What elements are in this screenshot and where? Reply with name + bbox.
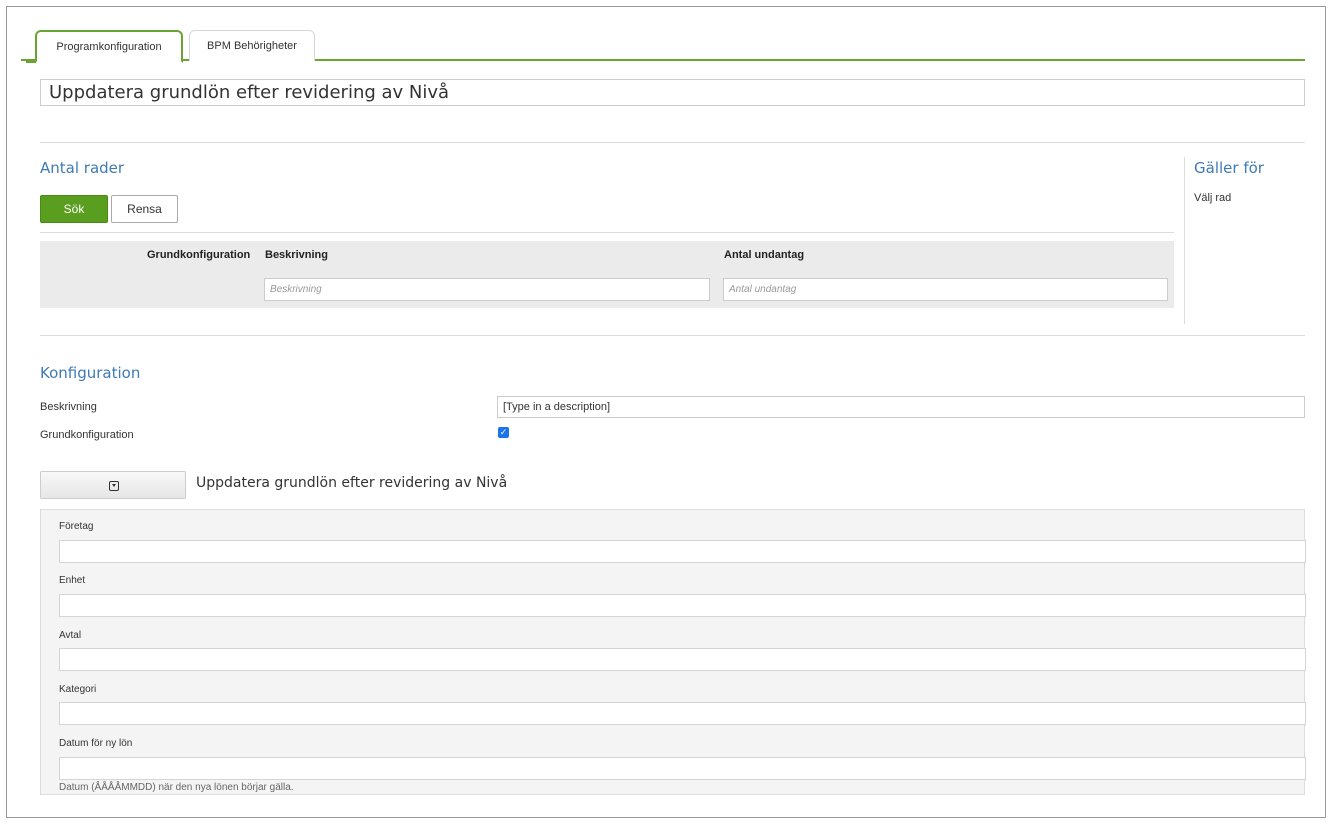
- tab-programkonfiguration[interactable]: Programkonfiguration: [26, 30, 183, 63]
- galler-for-text: Välj rad: [1194, 192, 1232, 204]
- tab-bar: Programkonfiguration BPM Behörigheter: [21, 21, 1305, 63]
- chevron-down-box-icon: [109, 481, 119, 491]
- divider: [40, 142, 1305, 143]
- galler-for-heading: Gäller för: [1194, 159, 1264, 177]
- column-header-beskrivning[interactable]: Beskrivning: [265, 249, 328, 261]
- divider: [40, 335, 1305, 336]
- grundkonfiguration-label: Grundkonfiguration: [40, 429, 134, 441]
- grundkonfiguration-checkbox[interactable]: ✓: [498, 427, 509, 438]
- antal-undantag-filter-input[interactable]: Antal undantag: [723, 278, 1168, 301]
- datum-label: Datum för ny lön: [59, 738, 133, 749]
- section-title: Uppdatera grundlön efter revidering av N…: [196, 475, 508, 491]
- beskrivning-filter-input[interactable]: Beskrivning: [264, 278, 710, 301]
- enhet-input[interactable]: [59, 594, 1306, 617]
- column-header-antal-undantag[interactable]: Antal undantag: [724, 249, 804, 261]
- search-button[interactable]: Sök: [40, 195, 108, 223]
- kategori-input[interactable]: [59, 702, 1306, 725]
- column-header-grundkonfiguration[interactable]: Grundkonfiguration: [147, 249, 250, 261]
- antal-rader-heading: Antal rader: [40, 159, 125, 177]
- beskrivning-input[interactable]: [Type in a description]: [497, 396, 1305, 418]
- foretag-input[interactable]: [59, 540, 1306, 563]
- konfiguration-heading: Konfiguration: [40, 364, 141, 382]
- beskrivning-label: Beskrivning: [40, 401, 97, 413]
- app-window: Programkonfiguration BPM Behörigheter Up…: [6, 6, 1326, 818]
- kategori-label: Kategori: [59, 684, 97, 695]
- parameters-panel: Företag Enhet Avtal Kategori Datum för n…: [40, 509, 1306, 795]
- collapse-toggle-button[interactable]: [40, 471, 186, 499]
- avtal-input[interactable]: [59, 648, 1306, 671]
- avtal-label: Avtal: [59, 630, 82, 641]
- foretag-label: Företag: [59, 521, 94, 532]
- tab-bpm-behorigheter[interactable]: BPM Behörigheter: [189, 30, 315, 61]
- title-input[interactable]: Uppdatera grundlön efter revidering av N…: [40, 79, 1305, 106]
- side-divider: [1184, 157, 1185, 324]
- clear-button[interactable]: Rensa: [111, 195, 178, 223]
- datum-input[interactable]: [59, 757, 1306, 780]
- results-grid: Grundkonfiguration Beskrivning Antal und…: [40, 241, 1174, 308]
- enhet-label: Enhet: [59, 575, 86, 586]
- datum-help-text: Datum (ÅÅÅÅMMDD) när den nya lönen börja…: [59, 782, 294, 793]
- divider: [40, 232, 1174, 233]
